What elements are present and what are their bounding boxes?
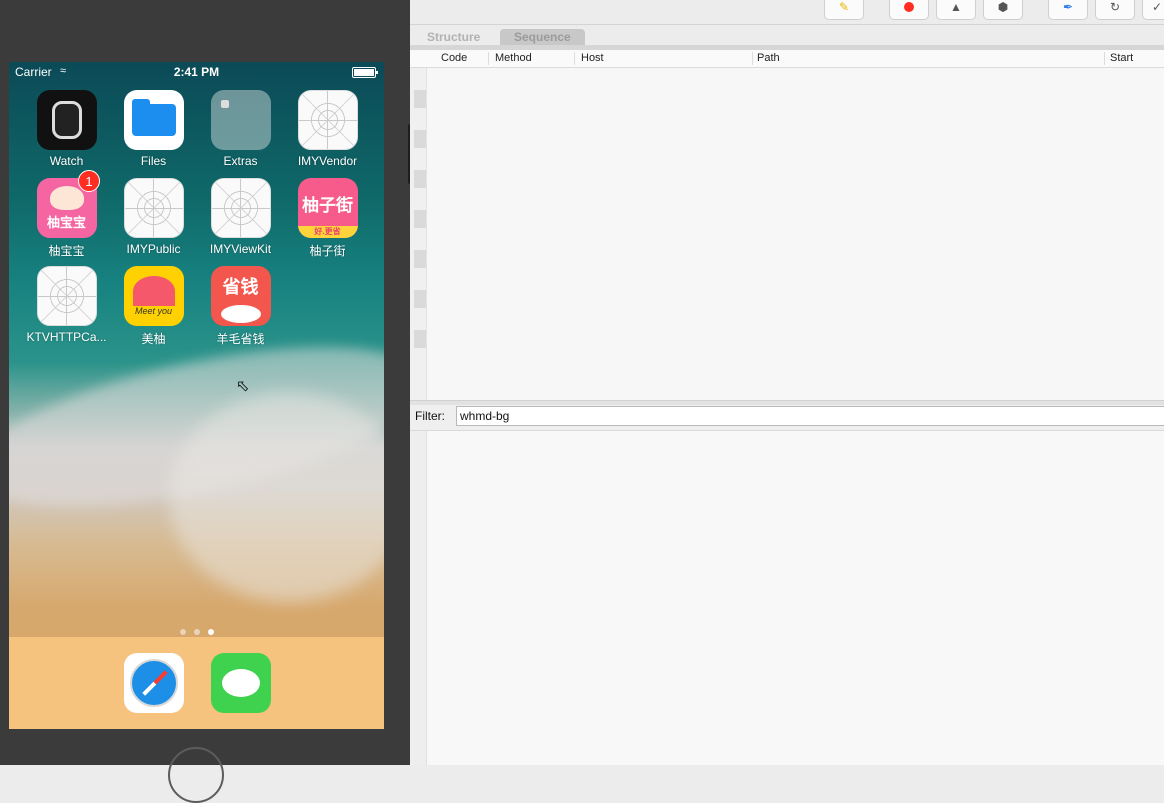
page-dot-active [207,629,214,635]
app-label: 柚子街 [309,244,346,258]
home-screen: Carrier ≈ 2:41 PM Watch Files Extras IMY… [9,62,384,729]
dock-messages[interactable] [197,653,284,713]
filter-input[interactable] [456,406,1164,426]
app-label: KTVHTTPCa... [26,330,107,344]
gutter-marker [414,210,426,228]
app-label: 柚宝宝 [48,244,85,258]
speech-bubble-icon [210,653,271,713]
app-label: 羊毛省钱 [216,332,265,346]
wallpaper-surf [169,392,384,602]
tab-structure[interactable]: Structure [413,29,494,45]
placeholder-app-icon [123,178,184,238]
gutter-marker [414,250,426,268]
placeholder-app-icon [297,90,358,150]
column-method[interactable]: Method [495,52,532,64]
app-label: IMYPublic [126,242,181,256]
app-label: Extras [223,154,258,168]
gutter-marker [414,330,426,348]
app-watch[interactable]: Watch [23,90,110,168]
column-code[interactable]: Code [441,52,467,64]
column-host[interactable]: Host [581,52,604,64]
dock [9,637,384,729]
gutter-marker [414,290,426,308]
app-meiyou[interactable]: Meet you 美柚 [110,266,197,347]
app-label: 美柚 [141,332,166,346]
breakpoint-hexagon-icon[interactable]: ⬢ [983,0,1023,20]
record-icon[interactable] [889,0,929,20]
app-label: Files [140,154,167,168]
row-gutter [410,68,427,400]
sequence-list[interactable] [427,68,1164,400]
placeholder-app-icon [36,266,97,326]
broom-icon[interactable]: ✎ [824,0,864,20]
app-ktvhttpcache[interactable]: KTVHTTPCa... [23,266,110,344]
sheep-icon: 省钱 [210,266,271,326]
dock-safari[interactable] [110,653,197,713]
page-dot [179,629,186,635]
sequence-table-header: Code Method Host Path Start [410,50,1164,68]
app-label: Watch [49,154,84,168]
column-start[interactable]: Start [1110,52,1133,64]
gutter-marker [414,90,426,108]
repeat-icon[interactable]: ↻ [1095,0,1135,20]
status-time: 2:41 PM [173,65,220,79]
toolbar: ✎ ▲ ⬢ ✒ ↻ ✓ [410,0,1164,25]
mouse-pointer-icon: ⬁ [236,378,250,395]
gutter-marker [414,130,426,148]
placeholder-app-icon [210,178,271,238]
validate-check-icon[interactable]: ✓ [1142,0,1164,20]
app-files[interactable]: Files [110,90,197,168]
status-bar: Carrier ≈ 2:41 PM [9,62,384,82]
column-path[interactable]: Path [757,52,780,64]
app-yangmao[interactable]: 省钱 羊毛省钱 [197,266,284,347]
files-folder-icon [123,90,184,150]
app-label: IMYVendor [297,154,358,168]
app-imyviewkit[interactable]: IMYViewKit [197,178,284,256]
page-dot [193,629,200,635]
filter-bar: Filter: [410,405,1164,431]
app-imyvendor[interactable]: IMYVendor [284,90,371,168]
filter-label: Filter: [415,409,445,423]
app-youbaobao[interactable]: 柚宝宝 1 柚宝宝 [23,170,110,259]
gutter-marker [414,170,426,188]
column-divider [574,52,575,65]
youzijie-logo-icon: 柚子街 好.更省 [297,178,358,238]
grapefruit-icon: Meet you [123,266,184,326]
app-label: IMYViewKit [209,242,272,256]
app-youzijie[interactable]: 柚子街 好.更省 柚子街 [284,178,371,259]
proxy-window: ✎ ▲ ⬢ ✒ ↻ ✓ Structure Sequence Code Meth… [410,0,1164,765]
watch-icon [36,90,97,150]
app-extras[interactable]: Extras [197,90,284,168]
app-imypublic[interactable]: IMYPublic [110,178,197,256]
detail-pane[interactable] [427,431,1164,765]
battery-icon [352,67,378,78]
safari-compass-icon [123,653,184,713]
ios-simulator: Carrier ≈ 2:41 PM Watch Files Extras IMY… [0,0,416,803]
column-divider [752,52,753,65]
column-divider [488,52,489,65]
view-tabs: Structure Sequence [410,25,1164,45]
folder-icon [210,90,271,150]
column-divider [1104,52,1105,65]
tab-sequence[interactable]: Sequence [500,29,585,45]
compose-pen-icon[interactable]: ✒ [1048,0,1088,20]
detail-gutter [410,431,427,765]
throttle-turtle-icon[interactable]: ▲ [936,0,976,20]
home-button[interactable] [168,747,224,803]
notification-badge: 1 [78,170,100,192]
